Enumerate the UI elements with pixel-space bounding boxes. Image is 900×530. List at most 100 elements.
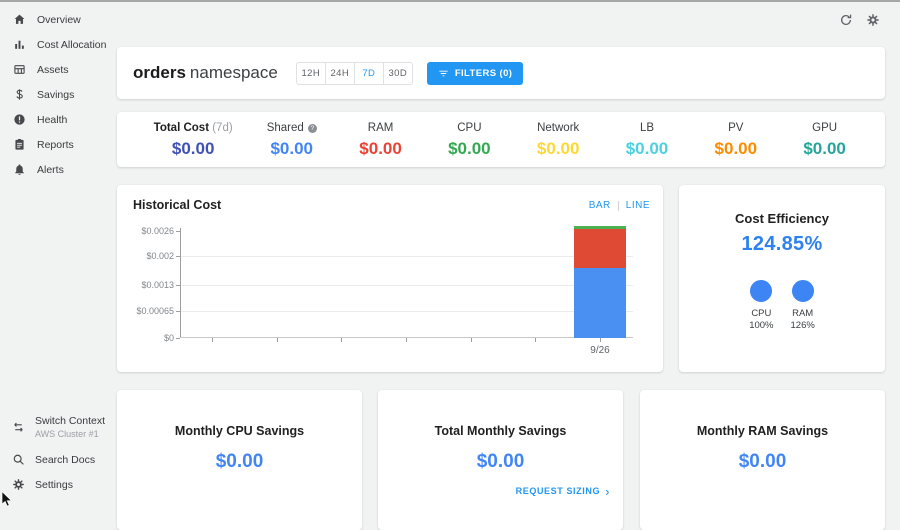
metric-value: $0.00: [336, 139, 425, 159]
gridline: [180, 285, 633, 286]
metric-label: Network: [514, 122, 603, 134]
chart-toggle-line[interactable]: LINE: [626, 200, 650, 211]
chart-toggle-bar[interactable]: BAR: [589, 200, 611, 211]
y-tick: [176, 338, 180, 339]
y-axis-label: $0: [118, 333, 174, 343]
app-root: { "topbar": { "icons": [ { "name": "refr…: [0, 0, 900, 505]
time-range-30d[interactable]: 30D: [383, 62, 413, 85]
dollar-icon: [13, 88, 26, 101]
bar-segment-green[interactable]: [574, 226, 626, 229]
info-icon[interactable]: ?: [308, 124, 317, 133]
topbar-actions: [839, 13, 880, 27]
savings-card-title: Monthly RAM Savings: [640, 424, 885, 438]
efficiency-donut-ram: RAM 126%: [791, 280, 815, 331]
bar-segment-blue[interactable]: [574, 268, 626, 338]
savings-card-monthly-ram-savings: Monthly RAM Savings $0.00: [640, 390, 885, 530]
chart-title: Historical Cost: [133, 198, 221, 212]
chevron-right-icon: ›: [605, 487, 610, 496]
y-axis-line: [180, 228, 181, 338]
switch-icon: [12, 421, 25, 434]
x-tick: [600, 338, 601, 342]
efficiency-value: 124.85%: [679, 233, 885, 256]
metric-value: $0.00: [425, 139, 514, 159]
x-tick: [341, 338, 342, 342]
metric-lb: LB $0.00: [603, 122, 692, 167]
metric-value: $0.00: [514, 139, 603, 159]
time-range-12h[interactable]: 12H: [296, 62, 326, 85]
time-range-24h[interactable]: 24H: [325, 62, 355, 85]
savings-card-title: Total Monthly Savings: [378, 424, 623, 438]
gear-icon[interactable]: [866, 13, 880, 27]
savings-card-value: $0.00: [640, 451, 885, 473]
sidebar-item-savings[interactable]: Savings: [0, 82, 106, 107]
sidebar-item-label: Cost Allocation: [37, 39, 106, 51]
time-range-7d[interactable]: 7D: [354, 62, 384, 85]
savings-card-value: $0.00: [378, 451, 623, 473]
sidebar-item-text: Settings: [35, 479, 73, 491]
donut-label: CPU: [749, 308, 773, 319]
time-range-group: 12H24H7D30D: [296, 62, 413, 85]
donut-ring: [792, 280, 814, 302]
historical-cost-card: Historical Cost BAR LINE $0.0026$0.002$0.…: [117, 185, 663, 372]
metric-value: $0.00: [691, 139, 780, 159]
gridline: [180, 256, 633, 257]
efficiency-donut-cpu: CPU 100%: [749, 280, 773, 331]
health-icon: [13, 113, 26, 126]
sidebar-item-settings[interactable]: Settings: [0, 478, 73, 491]
bar-chart-icon: [13, 38, 26, 51]
x-tick: [212, 338, 213, 342]
donut-label: RAM: [791, 308, 815, 319]
sidebar: Overview Cost Allocation Assets Savings …: [0, 2, 106, 505]
sidebar-item-label: Search Docs: [35, 454, 95, 466]
cost-efficiency-card: Cost Efficiency 124.85% CPU 100% RAM 126…: [679, 185, 885, 372]
page-title: ordersnamespace: [133, 63, 278, 83]
filter-icon: [438, 68, 449, 79]
sidebar-item-label: Savings: [37, 89, 74, 101]
reports-icon: [13, 138, 26, 151]
donut-ring: [750, 280, 772, 302]
metric-value: $0.00: [139, 139, 247, 159]
metric-network: Network $0.00: [514, 122, 603, 167]
metric-label: PV: [691, 122, 780, 134]
sidebar-item-label: Overview: [37, 14, 81, 26]
sidebar-item-overview[interactable]: Overview: [0, 7, 106, 32]
sidebar-item-health[interactable]: Health: [0, 107, 106, 132]
sidebar-item-switch-context[interactable]: Switch Context AWS Cluster #1: [0, 415, 105, 439]
sidebar-item-assets[interactable]: Assets: [0, 57, 106, 82]
metric-gpu: GPU $0.00: [780, 122, 869, 167]
filters-button[interactable]: FILTERS (0): [427, 62, 524, 85]
filters-button-label: FILTERS (0): [455, 68, 513, 79]
efficiency-title: Cost Efficiency: [679, 211, 885, 226]
sidebar-item-cost-allocation[interactable]: Cost Allocation: [0, 32, 106, 57]
metric-label: GPU: [780, 122, 869, 134]
sidebar-item-alerts[interactable]: Alerts: [0, 157, 106, 182]
bar-segment-red[interactable]: [574, 229, 626, 268]
metric-total-cost: Total Cost (7d) $0.00: [139, 122, 247, 167]
efficiency-donuts: CPU 100% RAM 126%: [679, 280, 885, 331]
x-axis-label: 9/26: [590, 345, 609, 356]
metric-value: $0.00: [780, 139, 869, 159]
refresh-icon[interactable]: [839, 13, 853, 27]
search-icon: [12, 453, 25, 466]
y-axis-label: $0.00065: [118, 306, 174, 316]
metric-label: LB: [603, 122, 692, 134]
donut-percent: 126%: [791, 320, 815, 331]
metric-value: $0.00: [247, 139, 336, 159]
historical-cost-plot: $0.0026$0.002$0.0013$0.00065$09/26: [180, 226, 633, 338]
sidebar-item-label: Settings: [35, 479, 73, 491]
metric-cpu: CPU $0.00: [425, 122, 514, 167]
assets-icon: [13, 63, 26, 76]
sidebar-item-label: Assets: [37, 64, 69, 76]
sidebar-item-label: Switch Context: [35, 415, 105, 427]
metric-pv: PV $0.00: [691, 122, 780, 167]
metric-value: $0.00: [603, 139, 692, 159]
sidebar-item-reports[interactable]: Reports: [0, 132, 106, 157]
y-axis-label: $0.0013: [118, 280, 174, 290]
savings-card-total-monthly-savings: Total Monthly Savings $0.00 REQUEST SIZI…: [378, 390, 623, 530]
sidebar-item-text: Switch Context AWS Cluster #1: [35, 415, 105, 439]
request-sizing-link[interactable]: REQUEST SIZING›: [516, 486, 610, 496]
metric-shared: Shared? $0.00: [247, 122, 336, 167]
sidebar-item-search-docs[interactable]: Search Docs: [0, 453, 95, 466]
y-axis-label: $0.002: [118, 251, 174, 261]
chart-type-toggle: BAR LINE: [589, 200, 650, 211]
